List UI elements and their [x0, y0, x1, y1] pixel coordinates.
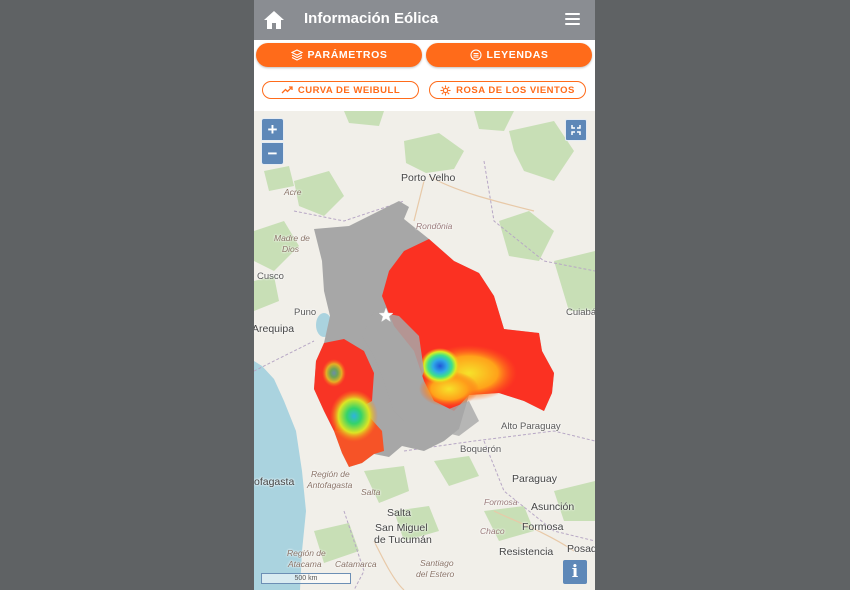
map-label-paraguay: Paraguay	[512, 473, 557, 485]
map-label-cusco: Cusco	[257, 271, 284, 282]
map-label-san-miguel-1: San Miguel	[375, 522, 428, 534]
map-label-region-atacama-2: Atacama	[288, 559, 322, 569]
zoom-in-button[interactable]: +	[261, 118, 284, 141]
map-label-santiago-estero-2: del Estero	[416, 569, 455, 579]
map-label-resistencia: Resistencia	[499, 546, 554, 558]
map-label-salta: Salta	[387, 507, 411, 519]
map-label-region-antofagasta-1: Región de	[311, 469, 350, 479]
zoom-out-button[interactable]: −	[261, 142, 284, 165]
map-label-madre-de-dios-1: Madre de	[274, 233, 310, 243]
list-circle-icon	[469, 49, 482, 61]
rosa-vientos-button[interactable]: ROSA DE LOS VIENTOS	[429, 81, 586, 99]
parametros-label: PARÁMETROS	[307, 49, 388, 61]
rosa-vientos-label: ROSA DE LOS VIENTOS	[456, 84, 575, 96]
map-scale-bar: 500 km	[261, 573, 351, 584]
map-label-acre: Acre	[284, 187, 302, 197]
top-app-bar: Información Eólica	[254, 0, 595, 40]
star-marker-icon[interactable]	[378, 307, 394, 323]
map-label-arequipa: Arequipa	[254, 323, 295, 335]
map-label-antofagasta-city: ofagasta	[254, 476, 295, 488]
wind-rose-icon	[440, 84, 451, 96]
map-label-region-antofagasta-2: Antofagasta	[307, 480, 353, 490]
home-icon[interactable]	[263, 9, 285, 31]
map-label-cuiaba: Cuiabá	[566, 307, 595, 318]
map-label-alto-paraguay: Alto Paraguay	[501, 421, 561, 432]
hamburger-menu-icon[interactable]	[565, 13, 580, 27]
map-label-chaco: Chaco	[480, 526, 505, 536]
fullscreen-icon[interactable]	[565, 119, 587, 141]
curva-weibull-button[interactable]: CURVA DE WEIBULL	[262, 81, 419, 99]
trending-up-icon	[281, 86, 293, 94]
map-label-region-atacama-1: Región de	[287, 548, 326, 558]
app-title: Información Eólica	[304, 10, 439, 27]
map-label-puno: Puno	[294, 307, 317, 318]
wind-map[interactable]: Porto Velho Acre Rondônia Madre de Dios …	[254, 111, 595, 590]
map-label-santiago-estero-1: Santiago	[420, 558, 454, 568]
map-label-rondonia: Rondônia	[416, 221, 453, 231]
layers-icon	[290, 49, 303, 61]
map-label-porto-velho: Porto Velho	[401, 172, 456, 184]
map-label-formosa-region: Formosa	[484, 497, 518, 507]
curva-weibull-label: CURVA DE WEIBULL	[297, 84, 401, 96]
leyendas-button[interactable]: LEYENDAS	[426, 43, 592, 67]
info-icon[interactable]: i	[563, 560, 587, 584]
app-screen: Información Eólica PARÁMETROS LEYENDAS C…	[254, 0, 595, 590]
map-label-catamarca: Catamarca	[335, 559, 377, 569]
map-label-salta-region: Salta	[361, 487, 381, 497]
map-label-boqueron: Boquerón	[460, 444, 502, 455]
leyendas-label: LEYENDAS	[486, 49, 549, 61]
map-label-asuncion: Asunción	[531, 501, 575, 513]
parametros-button[interactable]: PARÁMETROS	[256, 43, 422, 67]
map-label-formosa: Formosa	[522, 521, 564, 533]
map-label-posadas: Posad	[567, 543, 595, 555]
map-label-madre-de-dios-2: Dios	[282, 244, 300, 254]
map-label-san-miguel-2: de Tucumán	[374, 534, 432, 546]
